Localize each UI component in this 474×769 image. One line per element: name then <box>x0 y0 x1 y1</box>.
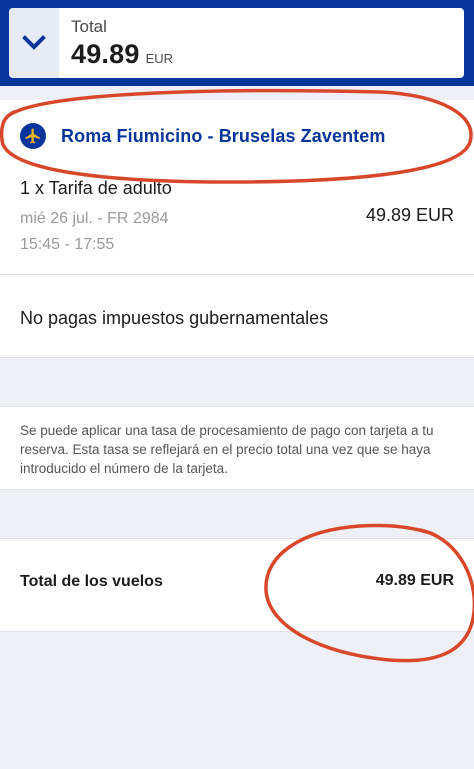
total-amount: 49.89 <box>71 38 140 69</box>
divider <box>0 357 474 358</box>
total-currency: EUR <box>145 50 174 66</box>
divider <box>0 631 474 632</box>
route-row: Roma Fiumicino - Bruselas Zaventem <box>20 123 385 149</box>
chevron-down-icon <box>22 35 46 50</box>
total-label: Total <box>71 16 107 36</box>
route-label: Roma Fiumicino - Bruselas Zaventem <box>61 125 386 146</box>
total-card[interactable]: Total 49.89 EUR <box>9 8 464 78</box>
plane-icon <box>20 123 46 149</box>
fare-type: 1 x Tarifa de adulto <box>20 178 172 198</box>
summary-header: Total 49.89 EUR <box>0 0 474 86</box>
flight-date-number: mié 26 jul. - FR 2984 <box>20 210 169 227</box>
fare-price: 49.89 EUR <box>365 205 454 225</box>
flight-time: 15:45 - 17:55 <box>20 236 115 253</box>
payment-fee-note: Se puede aplicar una tasa de procesamien… <box>20 423 434 476</box>
divider <box>0 489 474 490</box>
taxes-text: No pagas impuestos gubernamentales <box>20 308 329 328</box>
flights-total-label: Total de los vuelos <box>20 573 163 590</box>
expand-toggle-button[interactable] <box>9 8 59 78</box>
flights-total-value: 49.89 EUR <box>375 572 454 589</box>
total-summary: Total 49.89 EUR <box>59 8 173 78</box>
